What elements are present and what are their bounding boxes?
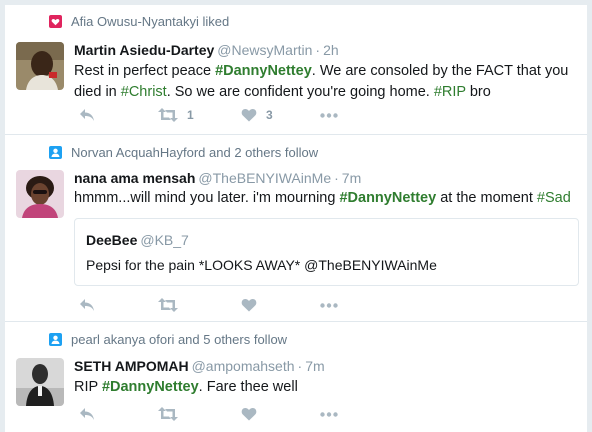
more-button[interactable] [320, 113, 338, 118]
hashtag-link[interactable]: #DannyNettey [215, 63, 312, 79]
avatar[interactable] [16, 170, 64, 218]
reply-button[interactable] [79, 407, 95, 421]
tweet-text: RIP #DannyNettey. Fare thee well [74, 377, 574, 398]
author-name[interactable]: Martin Asiedu-Dartey [74, 42, 214, 58]
reply-icon [80, 109, 94, 121]
quoted-tweet-header: DeeBee @KB_7 [86, 232, 189, 248]
quoted-tweet-text: Pepsi for the pain *LOOKS AWAY* @TheBENY… [86, 257, 437, 273]
more-button[interactable] [320, 412, 338, 417]
tweet-context: Afia Owusu-Nyantakyi liked [49, 14, 229, 29]
heart-icon [241, 299, 257, 312]
reply-button[interactable] [79, 108, 95, 122]
timestamp[interactable]: 7m [305, 358, 324, 374]
avatar-image [16, 170, 64, 218]
separator: · [297, 358, 303, 374]
avatar-image [16, 358, 64, 406]
context-text[interactable]: Afia Owusu-Nyantakyi liked [71, 14, 229, 29]
text-segment: Rest in perfect peace [74, 63, 216, 79]
retweet-icon [158, 407, 178, 421]
tweet-context: pearl akanya ofori and 5 others follow [49, 332, 287, 347]
separator: · [315, 42, 321, 58]
separator: · [334, 170, 339, 186]
like-button[interactable] [241, 407, 257, 421]
context-text[interactable]: Norvan AcquahHayford and 2 others follow [71, 145, 318, 160]
avatar-image [16, 42, 64, 90]
timeline-feed: Afia Owusu-Nyantakyi liked Martin Asiedu… [5, 5, 587, 432]
tweet-card[interactable]: pearl akanya ofori and 5 others follow S… [5, 321, 587, 432]
hashtag-link[interactable]: #DannyNettey [102, 379, 199, 395]
person-badge-icon [49, 333, 62, 346]
timestamp[interactable]: 7m [342, 170, 361, 186]
hashtag-link[interactable]: #Sad [537, 190, 571, 206]
author-handle[interactable]: @ampomahseth [192, 358, 295, 374]
avatar[interactable] [16, 358, 64, 406]
timestamp[interactable]: 2h [323, 42, 339, 58]
tweet-context: Norvan AcquahHayford and 2 others follow [49, 145, 318, 160]
heart-icon [241, 109, 257, 122]
context-text[interactable]: pearl akanya ofori and 5 others follow [71, 332, 287, 347]
reply-button[interactable] [79, 298, 95, 312]
tweet-card[interactable]: Norvan AcquahHayford and 2 others follow… [5, 134, 587, 320]
tweet-header: SETH AMPOMAH @ampomahseth · 7m [74, 358, 325, 374]
text-segment: hmmm...will mind you later. i'm mourning [74, 190, 340, 206]
author-name[interactable]: SETH AMPOMAH [74, 358, 189, 374]
author-handle[interactable]: @NewsyMartin [217, 42, 312, 58]
person-badge-icon [49, 146, 62, 159]
heart-badge-icon [49, 15, 62, 28]
tweet-header: Martin Asiedu-Dartey @NewsyMartin · 2h [74, 42, 339, 58]
hashtag-link[interactable]: #DannyNettey [339, 190, 436, 206]
retweet-button[interactable] [158, 407, 178, 421]
more-icon [320, 303, 338, 308]
text-segment: RIP [74, 379, 102, 395]
reply-icon [80, 299, 94, 311]
hashtag-link[interactable]: #Christ [121, 84, 167, 100]
text-segment: . We are consoled by the FACT that you [311, 63, 569, 79]
like-button[interactable] [241, 298, 257, 312]
retweet-button[interactable] [158, 298, 178, 312]
quoted-tweet[interactable]: DeeBee @KB_7 Pepsi for the pain *LOOKS AW… [74, 218, 579, 286]
quoted-author-name[interactable]: DeeBee [86, 232, 137, 248]
retweet-count: 1 [187, 108, 194, 122]
hashtag-link[interactable]: #RIP [434, 84, 466, 100]
text-segment: . Fare thee well [198, 379, 298, 395]
quoted-author-handle[interactable]: @KB_7 [140, 232, 188, 248]
avatar[interactable] [16, 42, 64, 90]
heart-icon [241, 408, 257, 421]
tweet-text: Rest in perfect peace #DannyNettey. We a… [74, 61, 574, 103]
more-button[interactable] [320, 303, 338, 308]
text-segment: at the moment [436, 190, 537, 206]
text-segment: . So we are confident you're going home. [166, 84, 434, 100]
more-icon [320, 113, 338, 118]
more-icon [320, 412, 338, 417]
author-name[interactable]: nana ama mensah [74, 170, 195, 186]
reply-icon [80, 408, 94, 420]
retweet-icon [158, 298, 178, 312]
tweet-card[interactable]: Afia Owusu-Nyantakyi liked Martin Asiedu… [5, 5, 587, 133]
retweet-icon [158, 108, 178, 122]
text-segment: died in [74, 84, 121, 100]
retweet-button[interactable]: 1 [158, 108, 194, 122]
tweet-header: nana ama mensah @TheBENYIWAinMe · 7m [74, 170, 361, 186]
tweet-text: hmmm...will mind you later. i'm mourning… [74, 188, 574, 209]
author-handle[interactable]: @TheBENYIWAinMe [198, 170, 331, 186]
like-count: 3 [266, 108, 273, 122]
text-segment: bro [465, 84, 491, 100]
like-button[interactable]: 3 [241, 108, 273, 122]
